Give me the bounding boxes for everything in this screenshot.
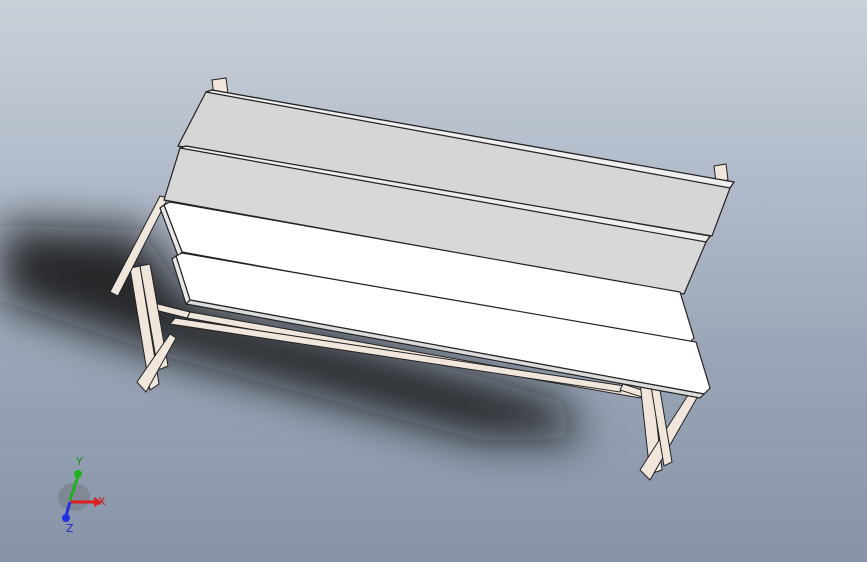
z-axis-label: Z [66,522,74,535]
reference-triad: Y X Z [58,455,106,535]
y-axis-label: Y [75,455,83,468]
graphics-viewport[interactable]: Y X Z [0,0,867,562]
x-axis-label: X [98,495,106,508]
bench-3d-model[interactable] [0,0,867,562]
